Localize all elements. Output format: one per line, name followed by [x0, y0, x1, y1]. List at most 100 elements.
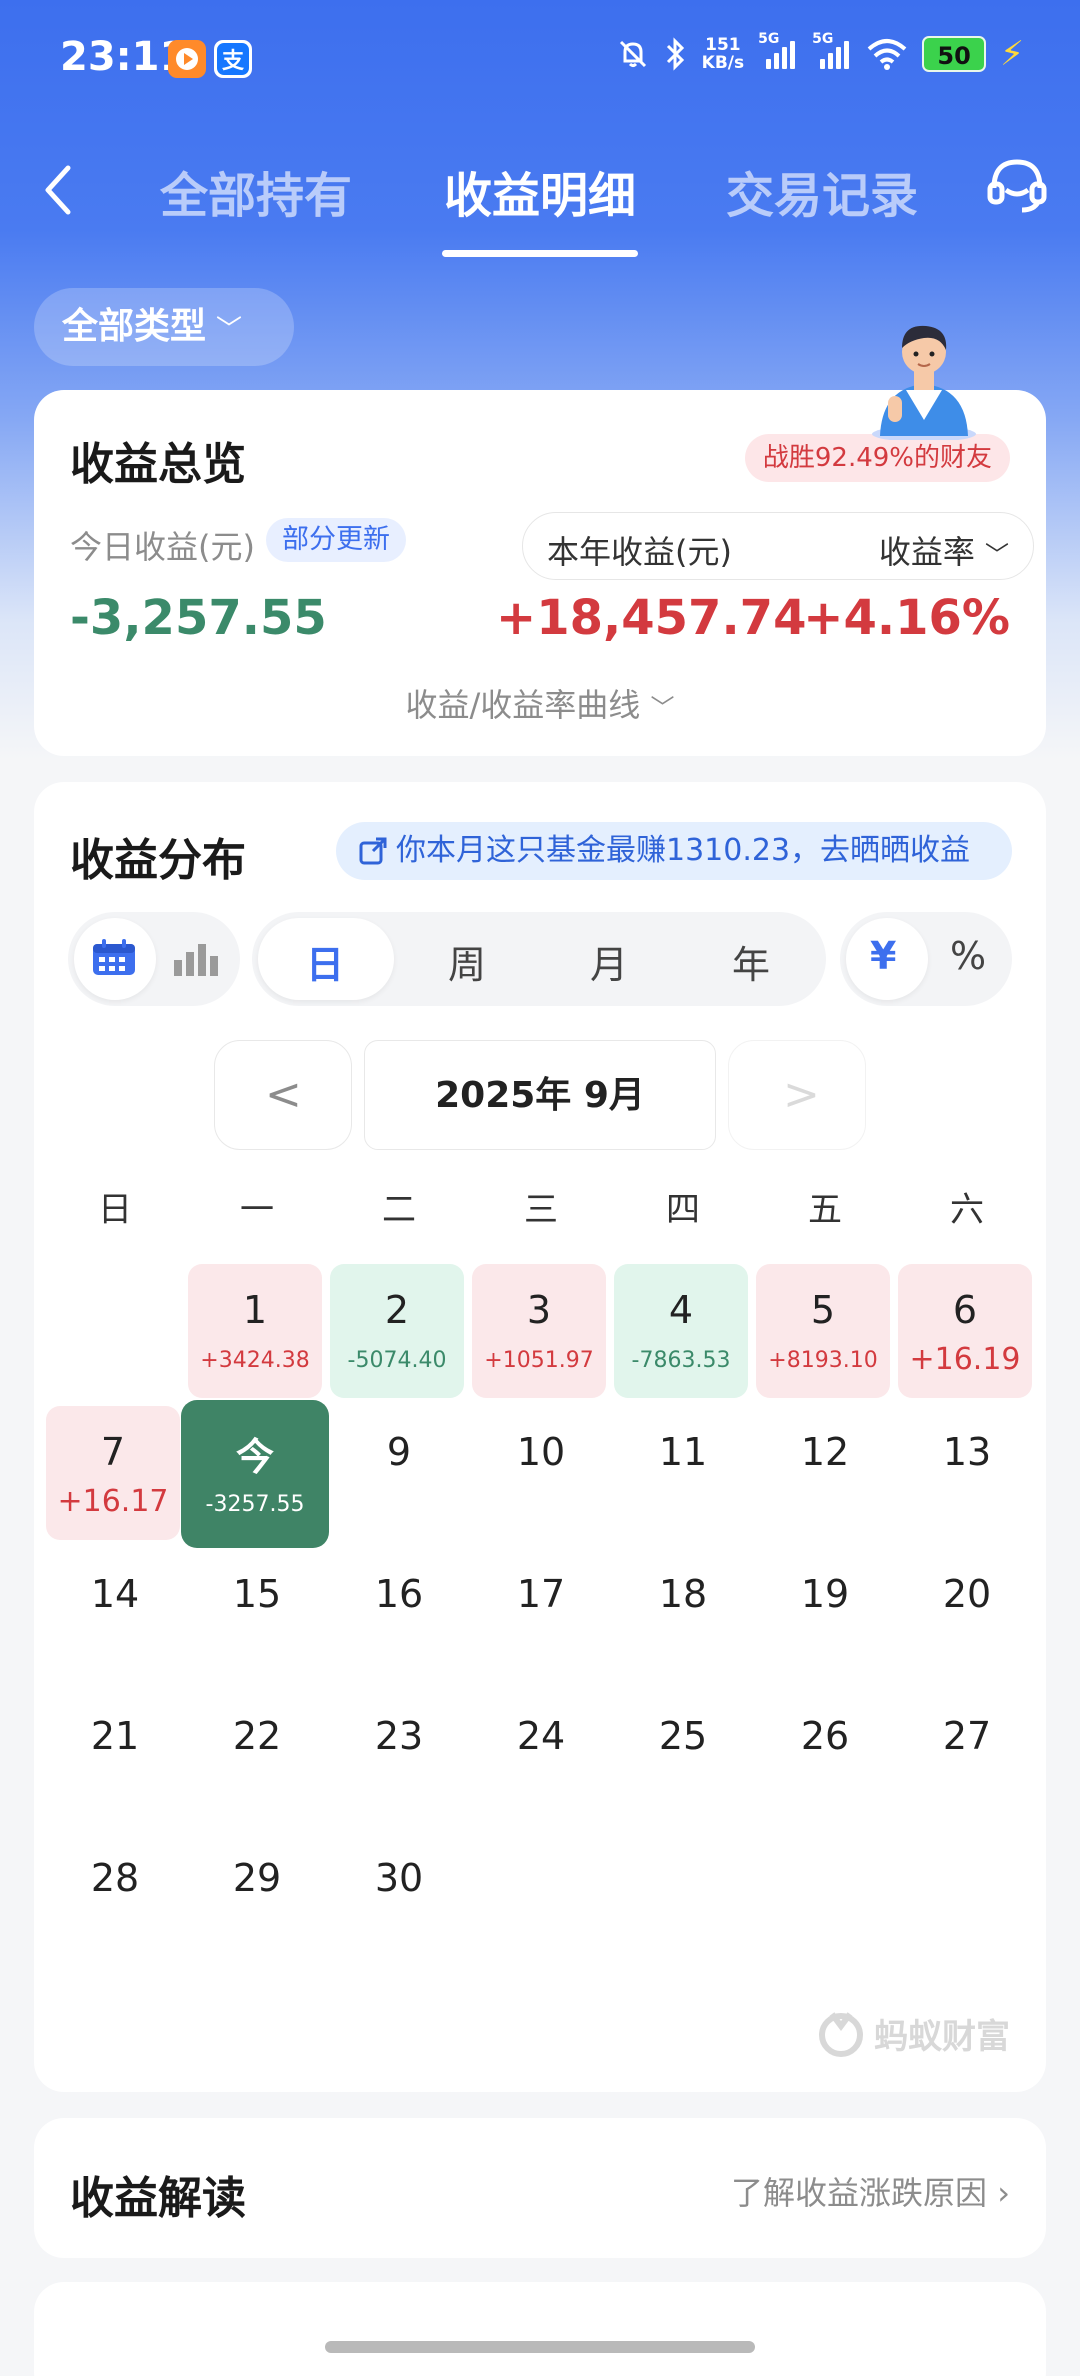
weekday-sun: 日 — [98, 1190, 132, 1230]
signal-icon-1: 5G — [758, 31, 798, 69]
calendar-day[interactable]: 29 — [186, 1856, 328, 1900]
today-earnings-value: -3,257.55 — [70, 590, 327, 646]
home-indicator[interactable] — [325, 2341, 755, 2353]
share-promo-banner[interactable]: 你本月这只基金最赚1310.23，去晒晒收益 — [336, 822, 1012, 880]
today-label: 今日收益(元) — [70, 528, 255, 566]
calendar-view-icon[interactable] — [90, 938, 138, 978]
calendar-day[interactable]: 27 — [896, 1714, 1038, 1758]
next-card-peek — [34, 2282, 1046, 2376]
unit-toggle: ¥ % — [840, 912, 1012, 1006]
mute-bell-icon — [619, 40, 646, 68]
brand-watermark: 蚂蚁财富 — [816, 2008, 1010, 2058]
calendar-day[interactable]: 19 — [754, 1572, 896, 1616]
interpret-title: 收益解读 — [70, 2173, 246, 2224]
overview-card: 收益总览 战胜92.49%的财友 今日收益(元) 部分更新 本年收益(元) 收益… — [34, 390, 1046, 756]
year-rate-selector[interactable]: 本年收益(元) 收益率 ﹀ — [522, 512, 1034, 580]
distribution-title: 收益分布 — [70, 835, 246, 886]
calendar-day[interactable]: 13 — [896, 1430, 1038, 1474]
back-arrow-icon[interactable] — [36, 160, 84, 220]
calendar-day[interactable]: 12 — [754, 1430, 896, 1474]
type-filter-dropdown[interactable]: 全部类型 ﹀ — [34, 288, 294, 366]
current-month: 2025年 9月 — [364, 1040, 716, 1150]
calendar-day[interactable]: 14 — [44, 1572, 186, 1616]
ant-fortune-logo-icon — [819, 2012, 863, 2057]
calendar-day[interactable]: 6 +16.19 — [898, 1264, 1032, 1398]
calendar-day[interactable]: 20 — [896, 1572, 1038, 1616]
chevron-down-icon: ﹀ — [985, 541, 1009, 569]
alipay-app-icon: 支 — [214, 40, 252, 78]
overview-title: 收益总览 — [70, 439, 246, 490]
period-tab-day[interactable]: 日 — [306, 934, 344, 989]
partial-update-tag: 部分更新 — [266, 518, 406, 562]
rate-dropdown[interactable]: 收益率 ﹀ — [879, 527, 1009, 573]
bar-chart-view-icon[interactable] — [172, 940, 218, 978]
chevron-right-icon: › — [997, 2174, 1010, 2212]
share-icon — [359, 837, 387, 865]
unit-yuan[interactable]: ¥ — [870, 934, 896, 978]
calendar-day[interactable]: 28 — [44, 1856, 186, 1900]
weekday-wed: 三 — [524, 1190, 558, 1230]
calendar-day[interactable]: 16 — [328, 1572, 470, 1616]
view-toggle — [68, 912, 240, 1006]
calendar-day[interactable]: 30 — [328, 1856, 470, 1900]
unit-percent[interactable]: % — [950, 934, 986, 978]
net-speed: 151 KB/s — [701, 35, 745, 73]
rate-value: +4.16% — [803, 590, 1010, 646]
period-tabs: 日 周 月 年 — [252, 912, 826, 1006]
calendar-day[interactable]: 21 — [44, 1714, 186, 1758]
calendar-day[interactable]: 18 — [612, 1572, 754, 1616]
calendar-day[interactable]: 24 — [470, 1714, 612, 1758]
calendar-day[interactable]: 15 — [186, 1572, 328, 1616]
weekday-tue: 二 — [382, 1190, 416, 1230]
chevron-down-icon: ﹀ — [216, 315, 243, 345]
calendar-day-today[interactable]: 今 -3257.55 — [181, 1400, 329, 1548]
weekday-fri: 五 — [808, 1190, 842, 1230]
chevron-down-icon: ﹀ — [650, 694, 675, 722]
promo-text: 你本月这只基金最赚1310.23，去晒晒收益 — [396, 833, 971, 868]
video-app-icon — [168, 40, 206, 78]
type-filter-label: 全部类型 — [62, 306, 207, 347]
calendar-day[interactable]: 25 — [612, 1714, 754, 1758]
calendar-day[interactable]: 23 — [328, 1714, 470, 1758]
period-tab-month[interactable]: 月 — [590, 934, 628, 989]
calendar-day[interactable]: 7 +16.17 — [46, 1406, 180, 1540]
calendar-day[interactable]: 9 — [328, 1430, 470, 1474]
calendar-day[interactable]: 2 -5074.40 — [330, 1264, 464, 1398]
wifi-icon — [867, 39, 907, 70]
calendar-day[interactable]: 3 +1051.97 — [472, 1264, 606, 1398]
weekday-thu: 四 — [666, 1190, 700, 1230]
year-earnings-label: 本年收益(元) — [547, 533, 732, 571]
tab-earnings-detail[interactable]: 收益明细 — [444, 156, 636, 226]
year-earnings-value: +18,457.74 — [496, 590, 807, 646]
weekday-mon: 一 — [240, 1190, 274, 1230]
chevron-right-icon: > — [783, 1069, 820, 1120]
next-month-button[interactable]: > — [728, 1040, 866, 1150]
calendar-day[interactable]: 10 — [470, 1430, 612, 1474]
tab-transactions[interactable]: 交易记录 — [726, 156, 918, 226]
status-bar: 23:11 支 151 KB/s 5G 5G 50 ⚡ — [0, 0, 1080, 120]
calendar-day[interactable]: 17 — [470, 1572, 612, 1616]
customer-service-icon[interactable] — [984, 152, 1050, 218]
signal-icon-2: 5G — [812, 31, 852, 69]
top-navigation: 全部持有 收益明细 交易记录 — [0, 130, 1080, 257]
calendar-day[interactable]: 5 +8193.10 — [756, 1264, 890, 1398]
interpret-card[interactable]: 收益解读 了解收益涨跌原因 › — [34, 2118, 1046, 2258]
period-tab-year[interactable]: 年 — [732, 934, 770, 989]
active-tab-indicator — [442, 250, 638, 257]
bluetooth-icon — [666, 37, 684, 71]
calendar-day[interactable]: 4 -7863.53 — [614, 1264, 748, 1398]
calendar-day[interactable]: 22 — [186, 1714, 328, 1758]
period-tab-week[interactable]: 周 — [448, 934, 486, 989]
distribution-card: 收益分布 你本月这只基金最赚1310.23，去晒晒收益 日 周 月 年 ¥ % … — [34, 782, 1046, 2092]
calendar-day[interactable]: 26 — [754, 1714, 896, 1758]
calendar-day[interactable]: 11 — [612, 1430, 754, 1474]
chevron-left-icon: < — [265, 1069, 302, 1120]
interpret-link[interactable]: 了解收益涨跌原因 › — [731, 2168, 1010, 2214]
charging-icon: ⚡ — [1000, 34, 1024, 74]
calendar-day[interactable]: 1 +3424.38 — [188, 1264, 322, 1398]
tab-all-holdings[interactable]: 全部持有 — [160, 156, 352, 226]
svg-text:支: 支 — [222, 49, 245, 74]
prev-month-button[interactable]: < — [214, 1040, 352, 1150]
curve-toggle[interactable]: 收益/收益率曲线 ﹀ — [34, 680, 1046, 726]
rank-badge[interactable]: 战胜92.49%的财友 — [744, 434, 1010, 482]
